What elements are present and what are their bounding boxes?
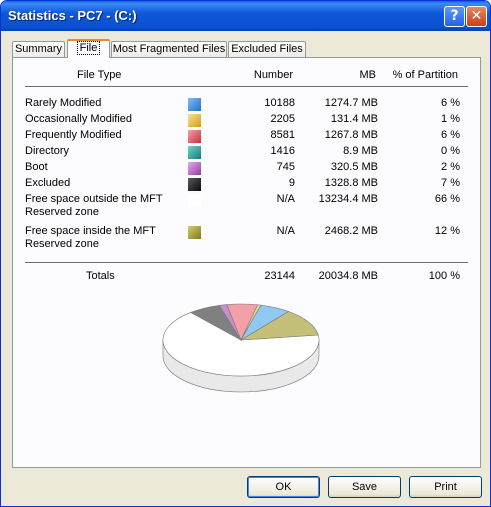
row-percent: 6 % <box>441 129 460 141</box>
color-swatch <box>188 98 201 111</box>
column-header-mb: MB <box>359 69 377 81</box>
row-mb: 8.9 MB <box>343 145 378 157</box>
row-number: 2205 <box>270 113 295 125</box>
color-swatch <box>188 226 201 239</box>
row-number: N/A <box>276 193 295 205</box>
color-swatch <box>188 162 201 175</box>
header-divider <box>25 86 468 88</box>
close-button[interactable]: ✕ <box>466 6 487 27</box>
row-label: Boot <box>25 161 48 173</box>
tab-file[interactable]: File <box>67 39 110 58</box>
row-percent: 66 % <box>434 193 460 205</box>
row-percent: 6 % <box>441 97 460 109</box>
row-label: Free space inside the MFT Reserved zone <box>25 225 156 250</box>
row-number: 10188 <box>264 97 295 109</box>
row-mb: 320.5 MB <box>330 161 378 173</box>
row-percent: 7 % <box>441 177 460 189</box>
color-swatch <box>188 130 201 143</box>
row-percent: 12 % <box>434 225 460 237</box>
totals-divider <box>25 262 468 264</box>
partition-pie-chart <box>162 303 320 393</box>
tab-excluded-files[interactable]: Excluded Files <box>228 41 306 57</box>
totals-label: Totals <box>86 270 115 282</box>
row-number: N/A <box>276 225 295 237</box>
column-header-file-type: File Type <box>77 69 122 81</box>
row-number: 1416 <box>270 145 295 157</box>
totals-number: 23144 <box>264 270 295 282</box>
file-stats-panel: File Type Number MB % of Partition Rarel… <box>12 57 481 468</box>
row-mb: 1328.8 MB <box>324 177 378 189</box>
pie-chart-top <box>162 303 320 377</box>
ok-button[interactable]: OK <box>247 476 320 498</box>
statistics-window: Statistics - PC7 - (C:) ? ✕ Summary File… <box>0 0 491 507</box>
tab-summary-label: Summary <box>14 43 63 55</box>
row-mb: 2468.2 MB <box>324 225 378 237</box>
row-label: Occasionally Modified <box>25 113 132 125</box>
help-button[interactable]: ? <box>444 6 465 27</box>
row-mb: 13234.4 MB <box>318 193 378 205</box>
print-button[interactable]: Print <box>409 476 482 498</box>
tab-most-fragmented-label: Most Fragmented Files <box>112 43 226 55</box>
tab-most-fragmented-files[interactable]: Most Fragmented Files <box>111 41 227 57</box>
row-percent: 0 % <box>441 145 460 157</box>
row-mb: 131.4 MB <box>330 113 378 125</box>
row-percent: 2 % <box>441 161 460 173</box>
color-swatch <box>188 194 201 207</box>
totals-mb: 20034.8 MB <box>318 270 378 282</box>
row-percent: 1 % <box>441 113 460 125</box>
row-number: 9 <box>288 177 295 189</box>
color-swatch <box>188 114 201 127</box>
row-mb: 1274.7 MB <box>324 97 378 109</box>
tab-summary[interactable]: Summary <box>12 41 65 57</box>
row-number: 8581 <box>270 129 295 141</box>
save-button[interactable]: Save <box>328 476 401 498</box>
row-label: Free space outside the MFT Reserved zone <box>25 193 163 218</box>
row-mb: 1267.8 MB <box>324 129 378 141</box>
window-title: Statistics - PC7 - (C:) <box>8 8 137 23</box>
column-header-percent: % of Partition <box>392 69 458 81</box>
row-label: Frequently Modified <box>25 129 122 141</box>
title-bar[interactable]: Statistics - PC7 - (C:) ? ✕ <box>1 1 490 31</box>
tab-file-label: File <box>76 41 101 55</box>
color-swatch <box>188 146 201 159</box>
row-label: Directory <box>25 145 70 157</box>
row-label: Excluded <box>25 177 71 189</box>
row-number: 745 <box>276 161 295 173</box>
totals-percent: 100 % <box>428 270 460 282</box>
row-label: Rarely Modified <box>25 97 102 109</box>
tab-excluded-label: Excluded Files <box>231 43 303 55</box>
column-header-number: Number <box>253 69 293 81</box>
color-swatch <box>188 178 201 191</box>
